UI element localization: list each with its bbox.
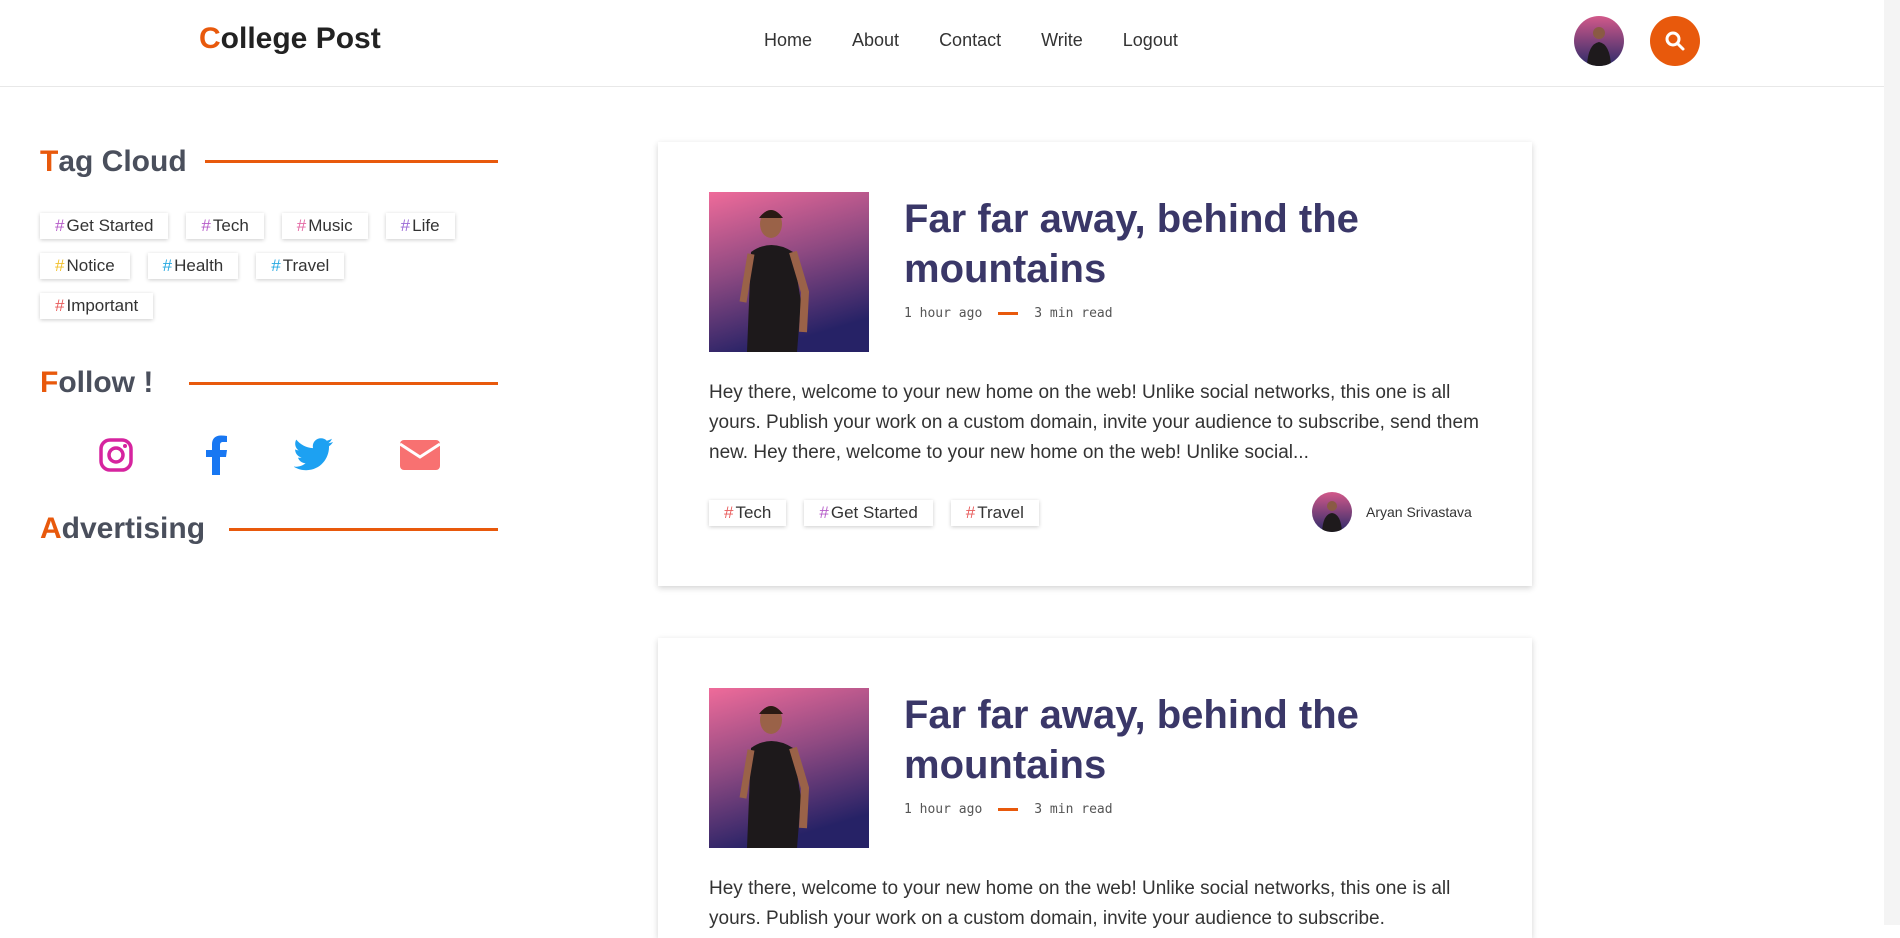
post-meta: 1 hour ago 3 min read xyxy=(904,306,1113,321)
search-icon xyxy=(1665,31,1685,51)
post-tag-get-started[interactable]: # Get Started xyxy=(804,500,933,526)
email-link[interactable] xyxy=(398,430,442,480)
post-tag-travel[interactable]: # Travel xyxy=(950,500,1039,526)
post-time: 1 hour ago xyxy=(904,802,983,817)
post-read-time: 3 min read xyxy=(1034,306,1113,321)
post-read-time: 3 min read xyxy=(1034,802,1113,817)
nav-home[interactable]: Home xyxy=(764,30,812,51)
facebook-icon xyxy=(206,435,227,475)
email-icon xyxy=(399,440,441,470)
nav-logout[interactable]: Logout xyxy=(1123,30,1178,51)
author-avatar xyxy=(1312,492,1352,532)
post-card: Far far away, behind the mountains 1 hou… xyxy=(658,142,1532,586)
tag-notice[interactable]: # Notice xyxy=(40,253,130,279)
tag-travel[interactable]: # Travel xyxy=(256,253,345,279)
tag-tech[interactable]: # Tech xyxy=(186,213,264,239)
tag-life[interactable]: # Life xyxy=(385,213,455,239)
post-time: 1 hour ago xyxy=(904,306,983,321)
tag-cloud-heading: Tag Cloud xyxy=(40,145,187,178)
tag-important[interactable]: # Important xyxy=(40,293,154,319)
tag-cloud: # Get Started # Tech # Music # Life # Notice # Heal… xyxy=(40,213,480,333)
twitter-link[interactable] xyxy=(292,430,336,480)
advertising-heading: Advertising xyxy=(40,512,206,545)
search-button[interactable] xyxy=(1650,16,1700,66)
post-title[interactable]: Far far away, behind the mountains xyxy=(904,194,1424,294)
meta-divider xyxy=(998,808,1019,811)
post-excerpt: Hey there, welcome to your new home on t… xyxy=(709,878,1451,929)
post-card: Far far away, behind the mountains 1 hou… xyxy=(658,638,1532,938)
instagram-icon xyxy=(99,438,133,472)
tag-health[interactable]: # Health xyxy=(147,253,239,279)
post-tag-tech[interactable]: # Tech xyxy=(709,500,787,526)
tag-music[interactable]: # Music xyxy=(281,213,368,239)
logo-text: ollege Post xyxy=(220,22,381,55)
site-logo[interactable]: College Post xyxy=(199,22,381,56)
post-tags: # Tech # Get Started # Travel xyxy=(709,500,1057,526)
user-avatar[interactable] xyxy=(1574,16,1624,66)
tag-cloud-divider xyxy=(205,160,498,163)
nav-write[interactable]: Write xyxy=(1041,30,1083,51)
post-excerpt: Hey there, welcome to your new home on t… xyxy=(709,382,1479,463)
post-image[interactable] xyxy=(709,192,869,352)
author-name: Aryan Srivastava xyxy=(1366,504,1472,520)
facebook-link[interactable] xyxy=(196,430,236,480)
follow-divider xyxy=(189,382,498,385)
follow-heading: Follow ! xyxy=(40,366,154,399)
post-title[interactable]: Far far away, behind the mountains xyxy=(904,690,1424,790)
post-image[interactable] xyxy=(709,688,869,848)
instagram-link[interactable] xyxy=(96,430,136,480)
meta-divider xyxy=(998,312,1019,315)
main-nav: Home About Contact Write Logout xyxy=(764,30,1218,51)
post-meta: 1 hour ago 3 min read xyxy=(904,802,1113,817)
advertising-divider xyxy=(229,528,498,531)
tag-get-started[interactable]: # Get Started xyxy=(40,213,169,239)
nav-contact[interactable]: Contact xyxy=(939,30,1001,51)
twitter-icon xyxy=(294,438,333,471)
logo-initial: C xyxy=(199,22,221,55)
post-author[interactable]: Aryan Srivastava xyxy=(1312,492,1472,532)
page-scrollbar[interactable] xyxy=(1884,0,1900,925)
nav-about[interactable]: About xyxy=(852,30,899,51)
site-header: College Post Home About Contact Write Lo… xyxy=(0,0,1900,87)
